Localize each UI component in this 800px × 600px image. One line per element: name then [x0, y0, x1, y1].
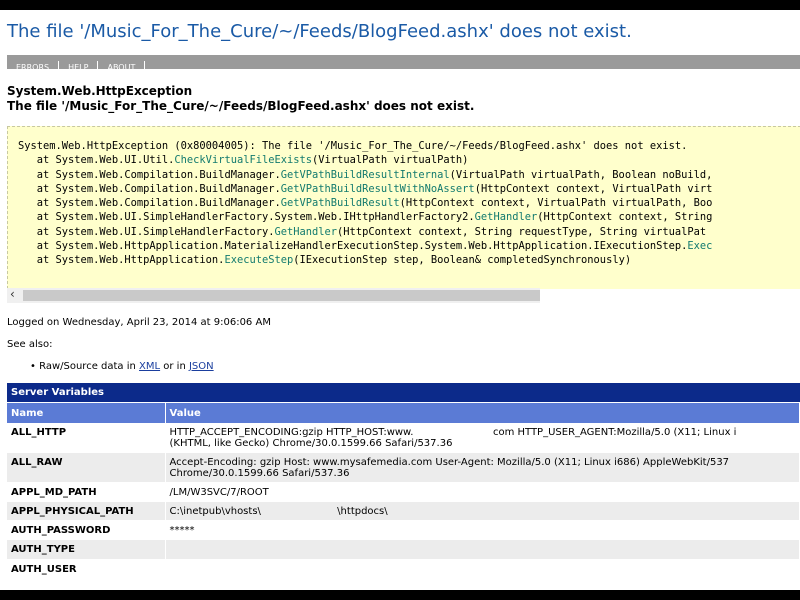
- error-page: The file '/Music_For_The_Cure/~/Feeds/Bl…: [0, 10, 800, 590]
- xml-link[interactable]: XML: [139, 361, 160, 372]
- stack-trace-line: at System.Web.UI.SimpleHandlerFactory.Ge…: [18, 225, 707, 238]
- variable-name: AUTH_TYPE: [7, 539, 166, 560]
- variable-value-line: Chrome/30.0.1599.66 Safari/537.36: [169, 468, 350, 479]
- variable-name: APPL_MD_PATH: [7, 482, 166, 502]
- nav-about-link[interactable]: ABOUT: [98, 61, 146, 75]
- see-also-label: See also:: [7, 339, 53, 350]
- variable-value: *****: [165, 520, 800, 540]
- server-variable-row: APPL_MD_PATH/LM/W3SVC/7/ROOT: [7, 482, 800, 502]
- see-also-text: Raw/Source data in: [39, 361, 140, 372]
- variable-value-line: (KHTML, like Gecko) Chrome/30.0.1599.66 …: [169, 438, 453, 449]
- server-variable-row: AUTH_PASSWORD *****: [7, 520, 800, 540]
- column-header-value: Value: [165, 403, 800, 423]
- server-variable-row: APPL_PHYSICAL_PATH C:\inetpub\vhosts\ \ht…: [7, 501, 800, 521]
- horizontal-scrollbar[interactable]: ‹: [7, 287, 540, 303]
- variable-value: C:\inetpub\vhosts\ \httpdocs\: [165, 501, 800, 521]
- see-also-item: • Raw/Source data in XML or in JSON: [30, 361, 214, 372]
- stack-trace-line: at System.Web.Compilation.BuildManager.G…: [18, 197, 713, 210]
- variable-value-line: C:\inetpub\vhosts\ \httpdocs\: [169, 506, 388, 517]
- variable-name: APPL_PHYSICAL_PATH: [7, 501, 166, 521]
- server-variable-row: AUTH_USER: [7, 559, 800, 580]
- server-variable-row: ALL_RAW Accept-Encoding: gzip Host: www.m…: [7, 452, 800, 483]
- stack-trace-line: at System.Web.UI.Util.CheckVirtualFileEx…: [18, 154, 469, 167]
- variable-value-line: *****: [169, 525, 195, 536]
- variable-value-line: [170, 544, 796, 556]
- json-link[interactable]: JSON: [189, 361, 214, 372]
- stack-trace-line: at System.Web.HttpApplication.ExecuteSte…: [18, 254, 632, 267]
- variable-value: [165, 539, 800, 560]
- variable-name: ALL_HTTP: [7, 423, 166, 453]
- page-title: The file '/Music_For_The_Cure/~/Feeds/Bl…: [7, 21, 632, 42]
- stack-trace-line: System.Web.HttpException (0x80004005): T…: [18, 140, 688, 152]
- server-variables-table: Name Value ALL_HTTP HTTP_ACCEPT_ENCODING:…: [7, 403, 800, 580]
- stack-trace-line: at System.Web.Compilation.BuildManager.G…: [18, 168, 713, 181]
- scrollbar-thumb[interactable]: [23, 290, 540, 301]
- variable-value: HTTP_ACCEPT_ENCODING:gzip HTTP_HOST:www.…: [165, 423, 800, 453]
- server-variable-row: ALL_HTTP HTTP_ACCEPT_ENCODING:gzip HTTP_H…: [7, 423, 800, 453]
- exception-type: System.Web.HttpException: [7, 84, 193, 98]
- stack-trace-line: at System.Web.HttpApplication.Materializ…: [18, 240, 713, 253]
- stack-trace-line: at System.Web.Compilation.BuildManager.G…: [18, 182, 713, 195]
- variable-name: AUTH_USER: [7, 559, 166, 580]
- server-variables-header: Server Variables: [7, 383, 800, 402]
- variable-value-line: HTTP_ACCEPT_ENCODING:gzip HTTP_HOST:www.…: [169, 427, 737, 438]
- variable-value: /LM/W3SVC/7/ROOT: [165, 482, 800, 502]
- logged-on-text: Logged on Wednesday, April 23, 2014 at 9…: [7, 317, 271, 328]
- server-variable-row: AUTH_TYPE: [7, 539, 800, 560]
- variable-value-line: [170, 564, 796, 576]
- stack-trace: System.Web.HttpException (0x80004005): T…: [18, 139, 712, 268]
- column-header-name: Name: [7, 403, 166, 423]
- nav-bar: ERRORS HELP ABOUT: [7, 55, 800, 75]
- nav-errors-link[interactable]: ERRORS: [7, 61, 60, 75]
- scroll-left-arrow-icon[interactable]: ‹: [10, 287, 15, 301]
- exception-message: The file '/Music_For_The_Cure/~/Feeds/Bl…: [7, 99, 475, 113]
- variable-value: Accept-Encoding: gzip Host: www.mysafeme…: [165, 452, 800, 483]
- variable-value: [165, 559, 800, 580]
- stack-trace-line: at System.Web.UI.SimpleHandlerFactory.Sy…: [18, 211, 713, 224]
- nav-help-link[interactable]: HELP: [59, 61, 99, 75]
- bullet-icon: •: [30, 361, 36, 372]
- variable-name: ALL_RAW: [7, 452, 166, 483]
- variable-value-line: /LM/W3SVC/7/ROOT: [169, 487, 269, 498]
- variable-value-line: Accept-Encoding: gzip Host: www.mysafeme…: [169, 457, 730, 468]
- variable-name: AUTH_PASSWORD: [7, 520, 166, 540]
- stack-trace-box: System.Web.HttpException (0x80004005): T…: [7, 126, 800, 289]
- see-also-or: or in: [160, 361, 189, 372]
